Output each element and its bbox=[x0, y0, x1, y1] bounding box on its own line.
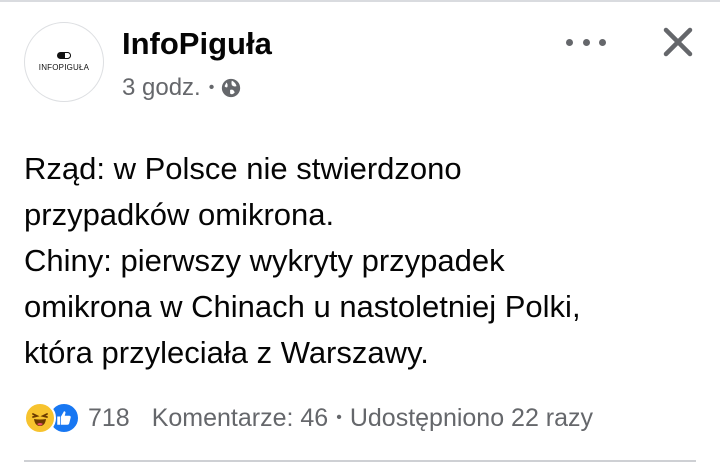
avatar-logo-text: INFOPIGUŁA bbox=[38, 63, 90, 72]
post-header: INFOPIGUŁA InfoPiguła 3 godz. • bbox=[24, 22, 272, 102]
post-text-line: Rząd: w Polsce nie stwierdzono bbox=[24, 151, 462, 186]
bottom-divider bbox=[24, 460, 696, 462]
top-divider bbox=[0, 0, 720, 2]
post-text-line: Chiny: pierwszy wykryty przypadek bbox=[24, 243, 505, 278]
more-dot-icon bbox=[582, 38, 590, 46]
post-subline: 3 godz. • bbox=[122, 74, 272, 102]
reaction-count[interactable]: 718 bbox=[88, 404, 130, 433]
more-options-button[interactable] bbox=[566, 32, 606, 52]
shares-link[interactable]: Udostępniono 22 razy bbox=[350, 404, 593, 433]
post-text-line: przypadków omikrona. bbox=[24, 197, 335, 232]
globe-icon[interactable] bbox=[220, 77, 242, 99]
reactions-summary[interactable] bbox=[24, 402, 80, 434]
close-icon[interactable] bbox=[660, 24, 696, 60]
post-footer: 718 Komentarze: 46 • Udostępniono 22 raz… bbox=[24, 398, 700, 438]
pill-logo-icon bbox=[57, 52, 71, 59]
separator-dot: • bbox=[336, 409, 342, 426]
more-dot-icon bbox=[599, 38, 606, 46]
post-meta: InfoPiguła 3 godz. • bbox=[122, 26, 272, 102]
post-body: Rząd: w Polsce nie stwierdzono przypadkó… bbox=[24, 146, 704, 376]
page-name-link[interactable]: InfoPiguła bbox=[122, 26, 272, 62]
post-text-line: omikrona w Chinach u nastoletniej Polki, bbox=[24, 289, 581, 324]
post-timestamp[interactable]: 3 godz. bbox=[122, 74, 201, 102]
more-dot-icon bbox=[566, 38, 573, 46]
haha-icon bbox=[24, 402, 56, 434]
post-text-line: która przyleciała z Warszawy. bbox=[24, 335, 429, 370]
comments-link[interactable]: Komentarze: 46 bbox=[152, 404, 329, 433]
avatar[interactable]: INFOPIGUŁA bbox=[24, 22, 104, 102]
post-card: INFOPIGUŁA InfoPiguła 3 godz. • Rząd: w … bbox=[0, 0, 720, 464]
separator-dot: • bbox=[208, 79, 215, 96]
